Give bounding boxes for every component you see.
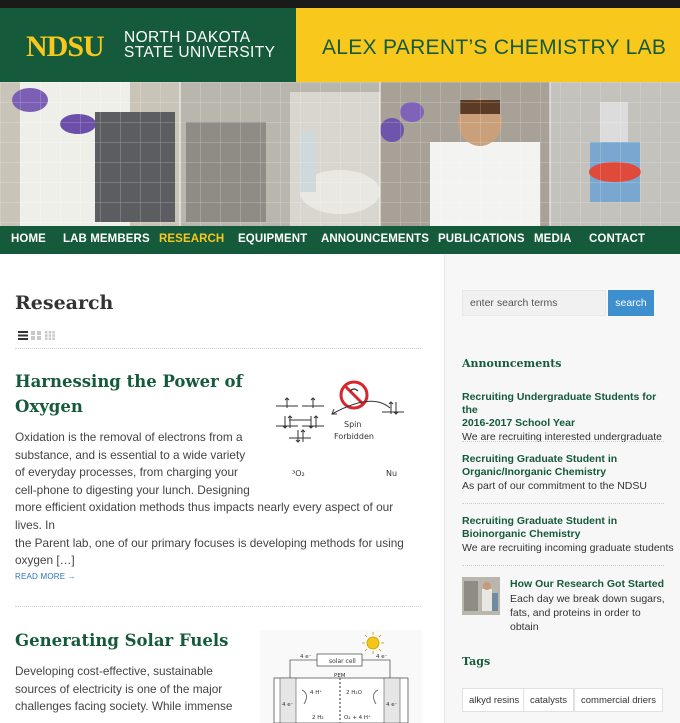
story-summary: Each day we break down sugars, fats, and…	[510, 593, 665, 633]
tag-alkyd-resins[interactable]: alkyd resins	[462, 688, 527, 712]
announcement-title[interactable]: Bioinorganic Chemistry	[462, 528, 664, 541]
announcement-summary: We are recruiting interested undergradua…	[462, 431, 663, 443]
spin-label: Spin	[344, 420, 361, 429]
ndsu-logo[interactable]: NDSU	[26, 30, 105, 64]
tags-heading: Tags	[462, 655, 491, 668]
grid-view-icon[interactable]	[31, 331, 41, 340]
announcement-item[interactable]: Recruiting Graduate Student in Organic/I…	[462, 453, 664, 493]
divider	[15, 348, 421, 349]
read-more-link[interactable]: READ MORE →	[15, 572, 76, 581]
divider	[462, 441, 664, 442]
announcement-title[interactable]: Organic/Inorganic Chemistry	[462, 466, 664, 479]
hydrogen-gas-label: 2 H₂	[312, 715, 324, 721]
nav-research[interactable]: RESEARCH	[159, 233, 224, 245]
excerpt-line: oxygen […]	[15, 553, 75, 568]
excerpt-line: more efficient oxidation methods thus im…	[15, 500, 394, 532]
story-title[interactable]: How Our Research Got Started	[510, 578, 664, 590]
post-title-oxygen[interactable]: Harnessing the Power of Oxygen	[15, 369, 243, 419]
nav-media[interactable]: MEDIA	[534, 233, 572, 245]
list-view-icon[interactable]	[18, 331, 28, 340]
announcement-title[interactable]: Recruiting Graduate Student in	[462, 515, 664, 528]
university-name: NORTH DAKOTA STATE UNIVERSITY	[124, 29, 276, 61]
post-excerpt-solar-fuels: Developing cost-effective, sustainable s…	[15, 663, 423, 716]
nav-announcements[interactable]: ANNOUNCEMENTS	[321, 233, 429, 245]
tag-catalysts[interactable]: catalysts	[523, 688, 574, 712]
nav-contact[interactable]: CONTACT	[589, 233, 645, 245]
university-name-line1: NORTH DAKOTA	[124, 29, 251, 46]
excerpt-line: sources of electricity is one of the maj…	[15, 681, 223, 696]
announcement-item[interactable]: Recruiting Undergraduate Students for th…	[462, 391, 664, 444]
excerpt-line: of everyday processes, from charging you…	[15, 465, 238, 480]
post-title-line[interactable]: Oxygen	[15, 394, 243, 419]
electron-label: 4 e⁻	[376, 654, 388, 660]
announcement-title[interactable]: Recruiting Undergraduate Students for th…	[462, 391, 664, 417]
announcements-heading: Announcements	[462, 357, 562, 370]
excerpt-line: the Parent lab, one of our primary focus…	[15, 535, 404, 550]
post-title-line[interactable]: Harnessing the Power of	[15, 369, 243, 394]
electron-label: 4 e⁻	[300, 654, 312, 660]
excerpt-line: challenges facing society. While immense	[15, 699, 233, 714]
post-title-solar-fuels[interactable]: Generating Solar Fuels	[15, 628, 228, 653]
excerpt-line: cell-phone to digesting your lunch. Desi…	[15, 482, 250, 497]
excerpt-line: substance, and is essential to a wide va…	[15, 447, 246, 462]
lab-banner-image	[0, 82, 680, 226]
post-excerpt-oxygen: Oxidation is the removal of electrons fr…	[15, 429, 423, 570]
page-title: Research	[15, 292, 114, 314]
tile-view-icon[interactable]	[45, 331, 55, 340]
excerpt-line: Oxidation is the removal of electrons fr…	[15, 430, 243, 444]
lab-title[interactable]: ALEX PARENT’S CHEMISTRY LAB	[322, 36, 666, 60]
nav-equipment[interactable]: EQUIPMENT	[238, 233, 307, 245]
divider	[462, 503, 664, 504]
top-strip	[0, 0, 680, 8]
announcement-summary: As part of our commitment to the NDSU	[462, 480, 647, 492]
announcement-title[interactable]: Recruiting Graduate Student in	[462, 453, 664, 466]
banner-collage	[0, 82, 680, 226]
divider	[15, 606, 421, 607]
search-input[interactable]	[462, 290, 606, 316]
announcement-summary: We are recruiting incoming graduate stud…	[462, 542, 674, 554]
university-header[interactable]: NDSU NORTH DAKOTA STATE UNIVERSITY	[0, 8, 296, 82]
divider	[462, 565, 664, 566]
nav-lab-members[interactable]: LAB MEMBERS	[63, 233, 150, 245]
lab-header[interactable]: ALEX PARENT’S CHEMISTRY LAB	[296, 8, 680, 82]
announcement-item[interactable]: Recruiting Graduate Student in Bioinorga…	[462, 515, 674, 555]
main-nav: HOME LAB MEMBERS RESEARCH EQUIPMENT ANNO…	[0, 226, 680, 254]
nav-home[interactable]: HOME	[11, 233, 46, 245]
search-button[interactable]: search	[608, 290, 654, 316]
story-thumbnail-image	[462, 577, 500, 615]
tag-commercial-driers[interactable]: commercial driers	[574, 688, 663, 712]
story-thumbnail[interactable]	[462, 577, 500, 615]
nav-publications[interactable]: PUBLICATIONS	[438, 233, 525, 245]
university-name-line2: STATE UNIVERSITY	[124, 44, 276, 61]
announcement-title[interactable]: 2016-2017 School Year	[462, 417, 664, 430]
excerpt-line: Developing cost-effective, sustainable	[15, 664, 213, 678]
